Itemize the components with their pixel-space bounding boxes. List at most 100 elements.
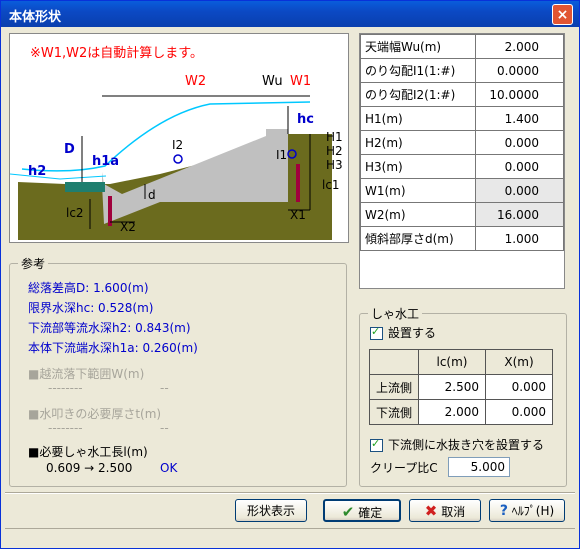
upstream-x-cell[interactable]: 0.000: [485, 374, 553, 400]
corner-cell: [369, 349, 419, 375]
reference-group: 参考 総落差高D: 1.600(m) 限界水深hc: 0.528(m) 下流部等…: [9, 255, 347, 487]
label-d: d: [148, 188, 156, 202]
param-label: のり勾配I2(1:#): [360, 82, 476, 107]
confirm-button[interactable]: ✔ 確定: [323, 499, 401, 522]
cancel-label: 取消: [441, 505, 466, 519]
param-value-readonly: 16.000: [475, 202, 564, 227]
status-bar: [5, 528, 575, 545]
overflow-range-dashes: --------: [48, 381, 83, 395]
apron-thickness-label: ■水叩きの必要厚さt(m): [28, 407, 162, 421]
param-label: H1(m): [360, 106, 476, 131]
apron-thickness-dashes: --------: [48, 421, 83, 435]
parameter-grid: 天端幅Wu(m) 2.000 のり勾配I1(1:#) 0.0000 のり勾配I2(1…: [359, 33, 565, 289]
downstream-water: [10, 173, 107, 180]
ref-uniform-depth: 下流部等流水深h2: 0.843(m): [28, 321, 191, 335]
param-value[interactable]: 0.000: [475, 154, 564, 179]
param-row: 傾斜部厚さd(m) 1.000: [360, 226, 564, 251]
window-title: 本体形状: [9, 10, 62, 25]
param-row: H2(m) 0.000: [360, 130, 564, 155]
param-label: W2(m): [360, 202, 476, 227]
reference-title: 参考: [18, 255, 49, 272]
table-row: 上流側 2.500 0.000: [369, 374, 553, 400]
ref-total-drop: 総落差高D: 1.600(m): [28, 281, 149, 295]
downstream-lc-cell[interactable]: 2.000: [418, 399, 486, 425]
show-shape-button[interactable]: 形状表示: [235, 499, 307, 522]
param-value[interactable]: 1.400: [475, 106, 564, 131]
label-w1: W1: [290, 74, 312, 89]
label-hc: hc: [297, 112, 314, 127]
cutoff-length-status: OK: [160, 461, 178, 475]
label-i1: I1: [276, 148, 288, 162]
button-divider: [5, 492, 575, 494]
structure-top: [266, 129, 288, 202]
cancel-button[interactable]: ✖ 取消: [409, 499, 481, 522]
cutoff-wall-upper: [296, 164, 300, 202]
label-h2: h2: [28, 164, 47, 179]
label-w2: W2: [185, 74, 207, 89]
param-value-readonly: 0.000: [475, 178, 564, 203]
label-i2: I2: [172, 138, 184, 152]
label-x1: X1: [290, 208, 306, 222]
drain-hole-checkbox[interactable]: 下流側に水抜き穴を設置する: [370, 436, 544, 453]
param-label: のり勾配I1(1:#): [360, 58, 476, 83]
cutoff-length-value: 0.609 → 2.500: [46, 461, 133, 475]
apron-block: [65, 182, 105, 192]
help-label: ﾍﾙﾌﾟ(H): [511, 504, 555, 518]
help-icon: ?: [499, 503, 508, 519]
param-label: 傾斜部厚さd(m): [360, 226, 476, 251]
cutoff-length-label: ■必要しゃ水工長l(m): [28, 445, 148, 459]
upstream-lc-cell[interactable]: 2.500: [418, 374, 486, 400]
param-row: H1(m) 1.400: [360, 106, 564, 131]
label-h2-dim: H2: [326, 144, 343, 158]
param-row: 天端幅Wu(m) 2.000: [360, 34, 564, 59]
table-row: 下流側 2.000 0.000: [369, 399, 553, 425]
param-row: W2(m) 16.000: [360, 202, 564, 227]
param-row: W1(m) 0.000: [360, 178, 564, 203]
creep-ratio-input[interactable]: 5.000: [448, 457, 510, 477]
cutoff-setup-label: 設置する: [388, 326, 437, 340]
param-value[interactable]: 1.000: [475, 226, 564, 251]
label-lc1: lc1: [322, 178, 340, 192]
check-icon: [370, 437, 383, 452]
param-row: H3(m) 0.000: [360, 154, 564, 179]
creep-ratio-label: クリープ比C: [370, 461, 438, 475]
slope-i2-marker: [173, 154, 183, 164]
label-d-upper: D: [64, 142, 75, 157]
ref-critical-depth: 限界水深hc: 0.528(m): [28, 301, 154, 315]
cutoff-setup-checkbox[interactable]: 設置する: [370, 324, 436, 341]
label-h1: H1: [326, 130, 343, 144]
checkmark-icon: ✔: [341, 503, 355, 521]
param-row: のり勾配I1(1:#) 0.0000: [360, 58, 564, 83]
row-label-upstream: 上流側: [369, 374, 419, 400]
overflow-range-dashes-2: --: [160, 381, 169, 395]
label-lc2: lc2: [66, 206, 84, 220]
param-row: のり勾配I2(1:#) 10.0000: [360, 82, 564, 107]
help-button[interactable]: ? ﾍﾙﾌﾟ(H): [489, 499, 565, 522]
apron-thickness-dashes-2: --: [160, 421, 169, 435]
drain-hole-label: 下流側に水抜き穴を設置する: [388, 438, 545, 452]
param-value[interactable]: 0.000: [475, 130, 564, 155]
shape-diagram: ※W1,W2は自動計算します。 W2 Wu W1 hc D h1a h2 I2 …: [9, 33, 349, 243]
col-lc: lc(m): [418, 349, 486, 375]
col-x: X(m): [485, 349, 553, 375]
cutoff-table-header: lc(m) X(m): [369, 349, 553, 375]
param-label: W1(m): [360, 178, 476, 203]
param-label: 天端幅Wu(m): [360, 34, 476, 59]
downstream-x-cell[interactable]: 0.000: [485, 399, 553, 425]
label-wu: Wu: [262, 74, 283, 89]
label-x2: X2: [120, 220, 136, 234]
label-h3: H3: [326, 158, 343, 172]
close-button[interactable]: ×: [552, 4, 573, 25]
overflow-range-label: ■越流落下範囲W(m): [28, 367, 145, 381]
label-h1a: h1a: [92, 154, 120, 169]
param-value[interactable]: 0.0000: [475, 58, 564, 83]
param-label: H2(m): [360, 130, 476, 155]
cross-icon: ✖: [424, 502, 438, 520]
cutoff-table: lc(m) X(m) 上流側 2.500 0.000 下流側 2.000 0.0…: [369, 349, 553, 425]
title-bar[interactable]: 本体形状 ×: [1, 1, 579, 27]
check-icon: [370, 325, 383, 340]
ref-downstream-depth: 本体下流端水深h1a: 0.260(m): [28, 341, 198, 355]
param-value[interactable]: 2.000: [475, 34, 564, 59]
confirm-label: 確定: [358, 506, 383, 520]
param-value[interactable]: 10.0000: [475, 82, 564, 107]
